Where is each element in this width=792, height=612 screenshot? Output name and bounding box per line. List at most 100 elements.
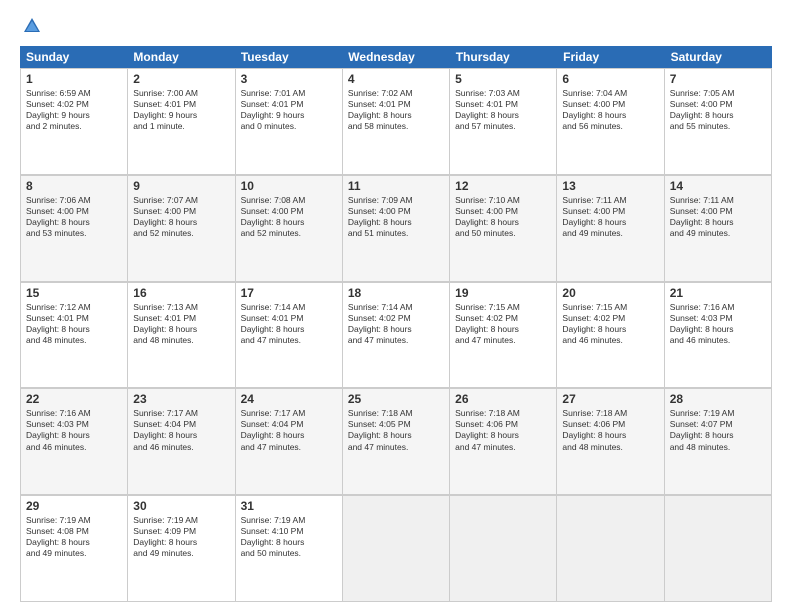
day-info: Sunrise: 7:19 AMSunset: 4:10 PMDaylight:… bbox=[241, 515, 337, 559]
day-number: 28 bbox=[670, 392, 766, 406]
day-cell-13: 13Sunrise: 7:11 AMSunset: 4:00 PMDayligh… bbox=[557, 176, 664, 282]
day-info: Sunrise: 7:02 AMSunset: 4:01 PMDaylight:… bbox=[348, 88, 444, 132]
day-number: 20 bbox=[562, 286, 658, 300]
day-number: 11 bbox=[348, 179, 444, 193]
day-cell-7: 7 Sunrise: 7:05 AMSunset: 4:00 PMDaylight… bbox=[665, 69, 772, 175]
day-number: 15 bbox=[26, 286, 122, 300]
day-info: Sunrise: 7:19 AMSunset: 4:07 PMDaylight:… bbox=[670, 408, 766, 452]
week-row-4: 22 Sunrise: 7:16 AMSunset: 4:03 PMDayligh… bbox=[20, 388, 772, 495]
day-info: Sunrise: 7:11 AMSunset: 4:00 PMDaylight:… bbox=[670, 195, 766, 239]
logo bbox=[20, 16, 42, 36]
day-cell-19: 19 Sunrise: 7:15 AMSunset: 4:02 PMDayligh… bbox=[450, 283, 557, 389]
day-number: 14 bbox=[670, 179, 766, 193]
day-number: 27 bbox=[562, 392, 658, 406]
day-cell-5: 5Sunrise: 7:03 AMSunset: 4:01 PMDaylight… bbox=[450, 69, 557, 175]
day-number: 9 bbox=[133, 179, 229, 193]
day-number: 7 bbox=[670, 72, 766, 86]
empty-cell bbox=[665, 496, 772, 602]
day-number: 2 bbox=[133, 72, 229, 86]
empty-cell bbox=[343, 496, 450, 602]
day-number: 22 bbox=[26, 392, 122, 406]
day-number: 3 bbox=[241, 72, 337, 86]
page: SundayMondayTuesdayWednesdayThursdayFrid… bbox=[0, 0, 792, 612]
day-cell-4: 4 Sunrise: 7:02 AMSunset: 4:01 PMDaylight… bbox=[343, 69, 450, 175]
day-cell-28: 28 Sunrise: 7:19 AMSunset: 4:07 PMDayligh… bbox=[665, 389, 772, 495]
day-info: Sunrise: 7:05 AMSunset: 4:00 PMDaylight:… bbox=[670, 88, 766, 132]
header-day-sunday: Sunday bbox=[20, 46, 127, 68]
header-day-monday: Monday bbox=[127, 46, 234, 68]
day-cell-22: 22 Sunrise: 7:16 AMSunset: 4:03 PMDayligh… bbox=[21, 389, 128, 495]
day-info: Sunrise: 7:00 AMSunset: 4:01 PMDaylight:… bbox=[133, 88, 229, 132]
day-cell-18: 18 Sunrise: 7:14 AMSunset: 4:02 PMDayligh… bbox=[343, 283, 450, 389]
day-cell-3: 3 Sunrise: 7:01 AMSunset: 4:01 PMDaylight… bbox=[236, 69, 343, 175]
week-row-3: 15 Sunrise: 7:12 AMSunset: 4:01 PMDayligh… bbox=[20, 282, 772, 389]
day-cell-2: 2 Sunrise: 7:00 AMSunset: 4:01 PMDaylight… bbox=[128, 69, 235, 175]
day-number: 19 bbox=[455, 286, 551, 300]
day-number: 12 bbox=[455, 179, 551, 193]
day-number: 13 bbox=[562, 179, 658, 193]
day-info: Sunrise: 7:13 AMSunset: 4:01 PMDaylight:… bbox=[133, 302, 229, 346]
day-cell-31: 31 Sunrise: 7:19 AMSunset: 4:10 PMDayligh… bbox=[236, 496, 343, 602]
day-number: 26 bbox=[455, 392, 551, 406]
day-info: Sunrise: 7:16 AMSunset: 4:03 PMDaylight:… bbox=[670, 302, 766, 346]
day-info: Sunrise: 7:01 AMSunset: 4:01 PMDaylight:… bbox=[241, 88, 337, 132]
day-cell-11: 11Sunrise: 7:09 AMSunset: 4:00 PMDayligh… bbox=[343, 176, 450, 282]
day-info: Sunrise: 7:19 AMSunset: 4:08 PMDaylight:… bbox=[26, 515, 122, 559]
day-info: Sunrise: 6:59 AMSunset: 4:02 PMDaylight:… bbox=[26, 88, 122, 132]
week-row-2: 8 Sunrise: 7:06 AMSunset: 4:00 PMDaylight… bbox=[20, 175, 772, 282]
day-cell-15: 15 Sunrise: 7:12 AMSunset: 4:01 PMDayligh… bbox=[21, 283, 128, 389]
day-cell-27: 27 Sunrise: 7:18 AMSunset: 4:06 PMDayligh… bbox=[557, 389, 664, 495]
day-number: 4 bbox=[348, 72, 444, 86]
day-cell-1: 1 Sunrise: 6:59 AMSunset: 4:02 PMDaylight… bbox=[21, 69, 128, 175]
day-cell-8: 8 Sunrise: 7:06 AMSunset: 4:00 PMDaylight… bbox=[21, 176, 128, 282]
day-cell-29: 29Sunrise: 7:19 AMSunset: 4:08 PMDayligh… bbox=[21, 496, 128, 602]
day-info: Sunrise: 7:18 AMSunset: 4:05 PMDaylight:… bbox=[348, 408, 444, 452]
day-number: 30 bbox=[133, 499, 229, 513]
day-number: 10 bbox=[241, 179, 337, 193]
header-day-tuesday: Tuesday bbox=[235, 46, 342, 68]
day-info: Sunrise: 7:16 AMSunset: 4:03 PMDaylight:… bbox=[26, 408, 122, 452]
day-info: Sunrise: 7:07 AMSunset: 4:00 PMDaylight:… bbox=[133, 195, 229, 239]
day-number: 31 bbox=[241, 499, 337, 513]
header-day-wednesday: Wednesday bbox=[342, 46, 449, 68]
day-info: Sunrise: 7:14 AMSunset: 4:01 PMDaylight:… bbox=[241, 302, 337, 346]
day-number: 17 bbox=[241, 286, 337, 300]
day-number: 24 bbox=[241, 392, 337, 406]
day-cell-30: 30 Sunrise: 7:19 AMSunset: 4:09 PMDayligh… bbox=[128, 496, 235, 602]
day-info: Sunrise: 7:17 AMSunset: 4:04 PMDaylight:… bbox=[241, 408, 337, 452]
day-info: Sunrise: 7:17 AMSunset: 4:04 PMDaylight:… bbox=[133, 408, 229, 452]
day-info: Sunrise: 7:18 AMSunset: 4:06 PMDaylight:… bbox=[455, 408, 551, 452]
calendar-body: 1 Sunrise: 6:59 AMSunset: 4:02 PMDaylight… bbox=[20, 68, 772, 602]
day-info: Sunrise: 7:12 AMSunset: 4:01 PMDaylight:… bbox=[26, 302, 122, 346]
day-cell-20: 20 Sunrise: 7:15 AMSunset: 4:02 PMDayligh… bbox=[557, 283, 664, 389]
day-cell-14: 14 Sunrise: 7:11 AMSunset: 4:00 PMDayligh… bbox=[665, 176, 772, 282]
day-cell-23: 23Sunrise: 7:17 AMSunset: 4:04 PMDayligh… bbox=[128, 389, 235, 495]
empty-cell bbox=[557, 496, 664, 602]
day-info: Sunrise: 7:18 AMSunset: 4:06 PMDaylight:… bbox=[562, 408, 658, 452]
day-info: Sunrise: 7:06 AMSunset: 4:00 PMDaylight:… bbox=[26, 195, 122, 239]
day-info: Sunrise: 7:15 AMSunset: 4:02 PMDaylight:… bbox=[455, 302, 551, 346]
day-cell-6: 6Sunrise: 7:04 AMSunset: 4:00 PMDaylight… bbox=[557, 69, 664, 175]
week-row-5: 29Sunrise: 7:19 AMSunset: 4:08 PMDayligh… bbox=[20, 495, 772, 602]
day-cell-25: 25Sunrise: 7:18 AMSunset: 4:05 PMDayligh… bbox=[343, 389, 450, 495]
day-number: 8 bbox=[26, 179, 122, 193]
day-number: 21 bbox=[670, 286, 766, 300]
day-cell-16: 16Sunrise: 7:13 AMSunset: 4:01 PMDayligh… bbox=[128, 283, 235, 389]
day-cell-9: 9 Sunrise: 7:07 AMSunset: 4:00 PMDaylight… bbox=[128, 176, 235, 282]
day-cell-12: 12Sunrise: 7:10 AMSunset: 4:00 PMDayligh… bbox=[450, 176, 557, 282]
logo-icon bbox=[22, 16, 42, 36]
calendar: SundayMondayTuesdayWednesdayThursdayFrid… bbox=[20, 46, 772, 602]
day-info: Sunrise: 7:03 AMSunset: 4:01 PMDaylight:… bbox=[455, 88, 551, 132]
day-info: Sunrise: 7:08 AMSunset: 4:00 PMDaylight:… bbox=[241, 195, 337, 239]
day-number: 18 bbox=[348, 286, 444, 300]
day-info: Sunrise: 7:14 AMSunset: 4:02 PMDaylight:… bbox=[348, 302, 444, 346]
header-day-saturday: Saturday bbox=[665, 46, 772, 68]
day-info: Sunrise: 7:19 AMSunset: 4:09 PMDaylight:… bbox=[133, 515, 229, 559]
day-number: 1 bbox=[26, 72, 122, 86]
day-info: Sunrise: 7:15 AMSunset: 4:02 PMDaylight:… bbox=[562, 302, 658, 346]
day-cell-21: 21 Sunrise: 7:16 AMSunset: 4:03 PMDayligh… bbox=[665, 283, 772, 389]
day-cell-24: 24 Sunrise: 7:17 AMSunset: 4:04 PMDayligh… bbox=[236, 389, 343, 495]
week-row-1: 1 Sunrise: 6:59 AMSunset: 4:02 PMDaylight… bbox=[20, 68, 772, 175]
day-cell-26: 26 Sunrise: 7:18 AMSunset: 4:06 PMDayligh… bbox=[450, 389, 557, 495]
calendar-header: SundayMondayTuesdayWednesdayThursdayFrid… bbox=[20, 46, 772, 68]
